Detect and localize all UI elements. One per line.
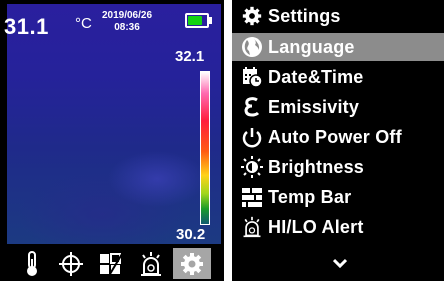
palette-icon — [100, 252, 123, 275]
settings-title: Settings — [268, 5, 341, 26]
globe-icon — [242, 37, 262, 57]
battery-level — [188, 16, 202, 25]
thermometer-icon — [27, 250, 37, 276]
temperature-colorbar — [200, 71, 210, 225]
crosshair-button[interactable] — [52, 248, 90, 279]
epsilon-icon — [244, 97, 260, 117]
menu-item-language[interactable]: Language — [232, 33, 444, 61]
datetime: 2019/06/26 08:36 — [98, 10, 156, 34]
settings-button[interactable] — [173, 248, 211, 279]
menu-item-temp-bar[interactable]: Temp Bar — [232, 183, 444, 211]
menu-item-label: Emissivity — [268, 96, 360, 117]
brightness-icon — [241, 156, 263, 178]
thermal-image — [7, 4, 221, 244]
menu-item-emissivity[interactable]: Emissivity — [232, 93, 444, 121]
chevron-down-icon — [332, 258, 348, 269]
scroll-down-button[interactable] — [332, 255, 348, 273]
gear-icon — [242, 6, 262, 26]
scale-max-label: 32.1 — [175, 48, 205, 65]
calendar-clock-icon — [243, 67, 263, 88]
alarm-icon — [243, 216, 261, 238]
menu-item-label: Brightness — [268, 156, 365, 177]
battery-icon — [185, 13, 212, 28]
power-icon — [242, 128, 262, 148]
scale-min-label: 30.2 — [176, 226, 206, 243]
settings-screen: Settings Language Date&Time Emissivity A… — [232, 0, 444, 281]
menu-item-hi-lo-alert[interactable]: HI/LO Alert — [232, 213, 444, 241]
thermometer-button[interactable] — [13, 248, 51, 279]
battery-tip — [209, 17, 212, 24]
menu-item-datetime[interactable]: Date&Time — [232, 63, 444, 91]
temperature-unit: °C — [75, 15, 92, 32]
alarm-button[interactable] — [132, 248, 170, 279]
menu-item-label: HI/LO Alert — [268, 216, 364, 237]
menu-item-brightness[interactable]: Brightness — [232, 153, 444, 181]
menu-item-label: Auto Power Off — [268, 126, 402, 147]
menu-item-label: Date&Time — [268, 66, 364, 87]
settings-header-icon — [236, 2, 268, 30]
menu-item-auto-power-off[interactable]: Auto Power Off — [232, 123, 444, 151]
crosshair-icon — [59, 251, 83, 276]
temp-bar-icon — [242, 188, 262, 207]
bottom-toolbar — [7, 246, 221, 279]
gear-icon — [181, 252, 203, 275]
alarm-icon — [141, 251, 161, 276]
palette-button[interactable] — [92, 248, 130, 279]
thermal-camera-screen: 31.1 °C 2019/06/26 08:36 32.1 30.2 — [0, 0, 224, 281]
menu-item-label: Language — [268, 36, 355, 57]
menu-item-label: Temp Bar — [268, 186, 352, 207]
center-temperature: 31.1 — [4, 14, 49, 39]
date-label: 2019/06/26 — [101, 10, 153, 21]
settings-header: Settings — [232, 2, 444, 30]
time-label: 08:36 — [114, 22, 140, 33]
